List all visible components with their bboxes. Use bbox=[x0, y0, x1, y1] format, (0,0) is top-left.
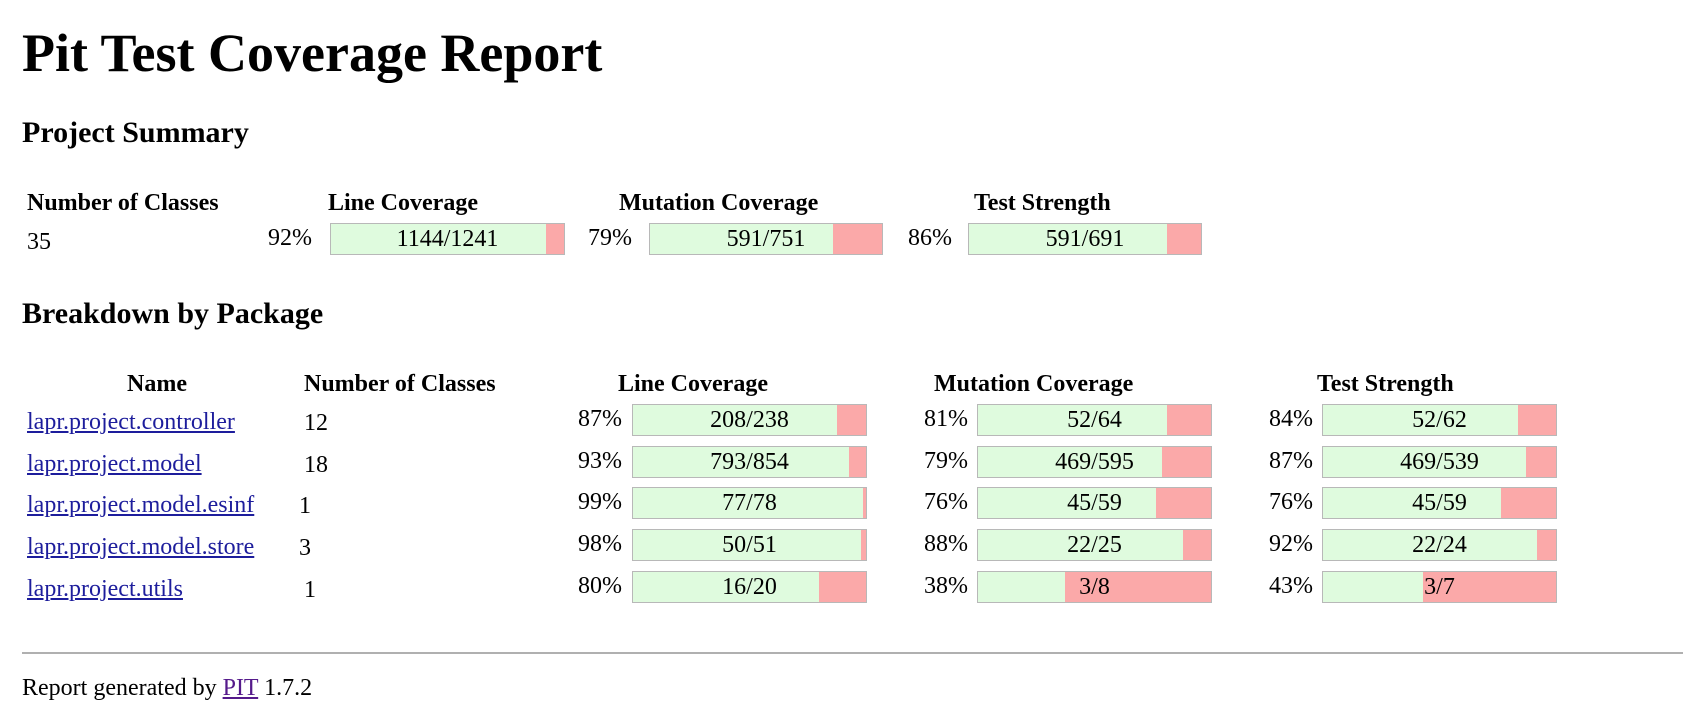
line-count: 208/238 bbox=[710, 407, 789, 433]
test-strength-bar: 3/7 bbox=[1322, 571, 1557, 603]
summary-header-line: Line Coverage bbox=[328, 190, 478, 216]
mutation-percent: 79% bbox=[924, 448, 968, 474]
summary-header-classes: Number of Classes bbox=[27, 190, 219, 216]
line-count: 50/51 bbox=[722, 532, 777, 558]
breakdown-header-name: Name bbox=[127, 371, 187, 397]
package-classes: 3 bbox=[299, 535, 311, 561]
line-percent: 87% bbox=[578, 406, 622, 432]
summary-header-mutation: Mutation Coverage bbox=[619, 190, 819, 216]
footer-version: 1.7.2 bbox=[264, 675, 313, 701]
mutation-coverage-bar: 3/8 bbox=[977, 571, 1212, 603]
strength-count: 52/62 bbox=[1412, 407, 1467, 433]
strength-percent: 84% bbox=[1269, 406, 1313, 432]
page-title: Pit Test Coverage Report bbox=[22, 23, 603, 83]
mutation-coverage-bar: 45/59 bbox=[977, 487, 1212, 519]
package-link-model-store[interactable]: lapr.project.model.store bbox=[27, 535, 254, 559]
package-classes: 12 bbox=[304, 410, 328, 436]
line-coverage-bar: 208/238 bbox=[632, 404, 867, 436]
breakdown-header-strength: Test Strength bbox=[1317, 371, 1454, 397]
strength-count: 22/24 bbox=[1412, 532, 1467, 558]
summary-classes-value: 35 bbox=[27, 229, 51, 255]
summary-strength-percent: 86% bbox=[908, 225, 952, 251]
strength-count: 469/539 bbox=[1400, 449, 1479, 475]
package-link-controller[interactable]: lapr.project.controller bbox=[27, 410, 235, 434]
summary-mutation-percent: 79% bbox=[588, 225, 632, 251]
breakdown-header-mutation: Mutation Coverage bbox=[934, 371, 1134, 397]
mutation-count: 52/64 bbox=[1067, 407, 1122, 433]
package-link-model[interactable]: lapr.project.model bbox=[27, 452, 202, 476]
summary-strength-bar: 591/691 bbox=[968, 223, 1202, 255]
summary-mutation-bar: 591/751 bbox=[649, 223, 883, 255]
package-link-model-esinf[interactable]: lapr.project.model.esinf bbox=[27, 493, 254, 517]
line-coverage-bar: 50/51 bbox=[632, 529, 867, 561]
mutation-percent: 38% bbox=[924, 573, 968, 599]
line-coverage-bar: 793/854 bbox=[632, 446, 867, 478]
line-coverage-bar: 77/78 bbox=[632, 487, 867, 519]
breakdown-header-line: Line Coverage bbox=[618, 371, 768, 397]
line-count: 793/854 bbox=[710, 449, 789, 475]
package-classes: 1 bbox=[304, 577, 316, 603]
package-classes: 1 bbox=[299, 493, 311, 519]
mutation-coverage-bar: 469/595 bbox=[977, 446, 1212, 478]
line-percent: 99% bbox=[578, 489, 622, 515]
strength-percent: 92% bbox=[1269, 531, 1313, 557]
mutation-percent: 81% bbox=[924, 406, 968, 432]
strength-percent: 43% bbox=[1269, 573, 1313, 599]
breakdown-header-classes: Number of Classes bbox=[304, 371, 496, 397]
summary-line-percent: 92% bbox=[268, 225, 312, 251]
line-coverage-bar: 16/20 bbox=[632, 571, 867, 603]
mutation-count: 3/8 bbox=[1079, 574, 1110, 600]
test-strength-bar: 22/24 bbox=[1322, 529, 1557, 561]
line-count: 77/78 bbox=[722, 490, 777, 516]
package-link-utils[interactable]: lapr.project.utils bbox=[27, 577, 183, 601]
strength-count: 3/7 bbox=[1424, 574, 1455, 600]
pit-link[interactable]: PIT bbox=[223, 675, 259, 701]
line-count: 16/20 bbox=[722, 574, 777, 600]
strength-percent: 87% bbox=[1269, 448, 1313, 474]
summary-line-bar: 1144/1241 bbox=[330, 223, 565, 255]
mutation-coverage-bar: 52/64 bbox=[977, 404, 1212, 436]
strength-count: 45/59 bbox=[1412, 490, 1467, 516]
summary-line-count: 1144/1241 bbox=[396, 226, 499, 252]
strength-percent: 76% bbox=[1269, 489, 1313, 515]
summary-header-strength: Test Strength bbox=[974, 190, 1111, 216]
footer: Report generated by PIT 1.7.2 bbox=[22, 676, 312, 700]
line-percent: 98% bbox=[578, 531, 622, 557]
summary-strength-count: 591/691 bbox=[1045, 226, 1125, 252]
line-percent: 80% bbox=[578, 573, 622, 599]
test-strength-bar: 45/59 bbox=[1322, 487, 1557, 519]
summary-mutation-count: 591/751 bbox=[726, 226, 806, 252]
footer-prefix: Report generated by bbox=[22, 675, 217, 701]
breakdown-heading: Breakdown by Package bbox=[22, 297, 324, 330]
project-summary-heading: Project Summary bbox=[22, 116, 249, 149]
package-classes: 18 bbox=[304, 452, 328, 478]
mutation-percent: 88% bbox=[924, 531, 968, 557]
mutation-count: 469/595 bbox=[1055, 449, 1134, 475]
test-strength-bar: 52/62 bbox=[1322, 404, 1557, 436]
footer-divider bbox=[22, 652, 1683, 654]
mutation-count: 22/25 bbox=[1067, 532, 1122, 558]
mutation-count: 45/59 bbox=[1067, 490, 1122, 516]
mutation-coverage-bar: 22/25 bbox=[977, 529, 1212, 561]
mutation-percent: 76% bbox=[924, 489, 968, 515]
test-strength-bar: 469/539 bbox=[1322, 446, 1557, 478]
line-percent: 93% bbox=[578, 448, 622, 474]
